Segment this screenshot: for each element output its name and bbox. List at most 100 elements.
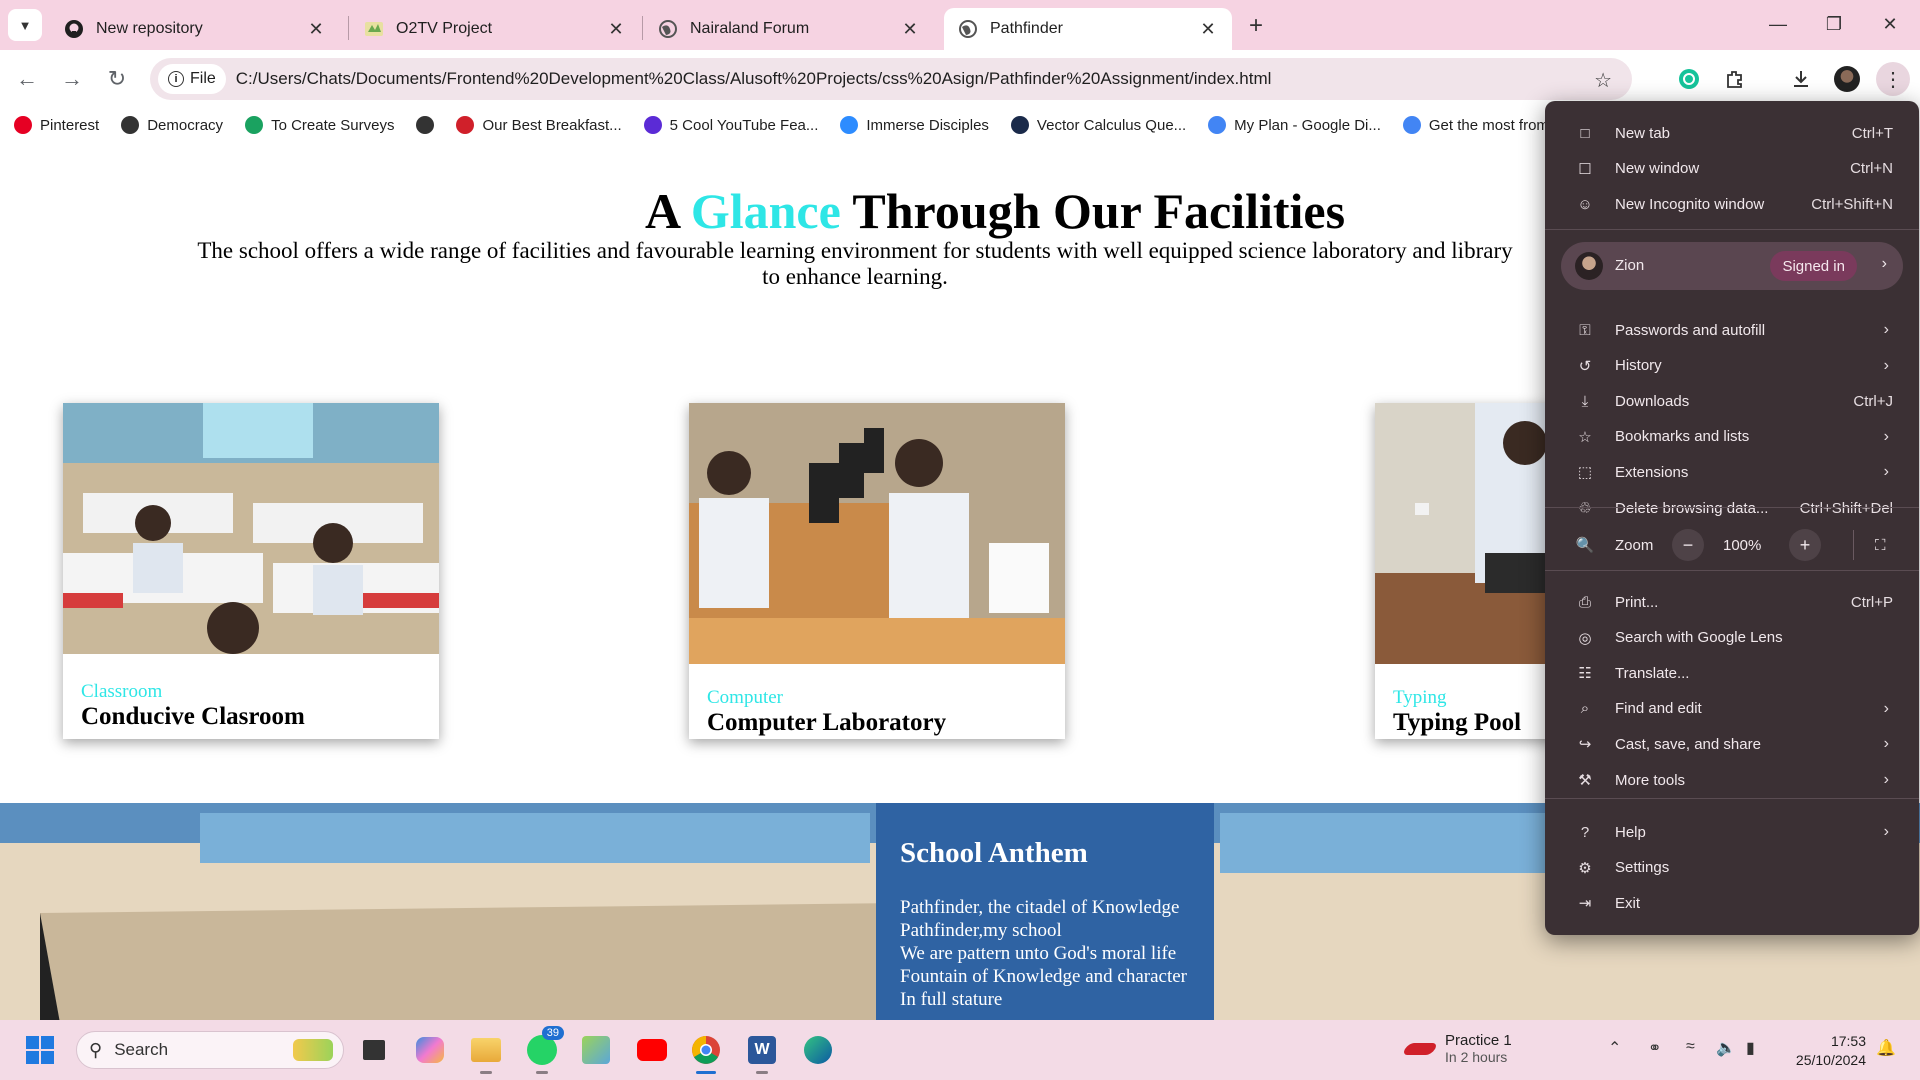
bookmark-item[interactable]: Vector Calculus Que... bbox=[1010, 116, 1186, 134]
zoom-in-button[interactable]: + bbox=[1789, 528, 1821, 562]
menu-item-find-and-edit[interactable]: ⌕ Find and edit › bbox=[1545, 692, 1919, 726]
trash-icon: ♲ bbox=[1578, 500, 1592, 517]
zoom-out-button[interactable]: − bbox=[1672, 528, 1704, 562]
menu-item-cast-save-and-share[interactable]: ↪ Cast, save, and share › bbox=[1545, 727, 1919, 761]
back-button[interactable]: ← bbox=[10, 62, 44, 96]
tab-strip: ▼ New repository ✕ O2TV Project ✕ Nairal… bbox=[0, 0, 1920, 50]
task-view-icon[interactable] bbox=[354, 1030, 394, 1070]
anthem-box: School Anthem Pathfinder, the citadel of… bbox=[876, 803, 1214, 1020]
file-explorer-icon[interactable] bbox=[466, 1030, 506, 1074]
menu-item-new-window[interactable]: ☐ New window Ctrl+N bbox=[1545, 152, 1919, 186]
menu-item-search-with-google-lens[interactable]: ◎ Search with Google Lens bbox=[1545, 621, 1919, 655]
windows-start-icon[interactable] bbox=[20, 1030, 60, 1070]
menu-item-passwords-and-autofill[interactable]: ⚿ Passwords and autofill › bbox=[1545, 313, 1919, 347]
download-icon[interactable] bbox=[1784, 62, 1818, 96]
fullscreen-icon[interactable]: ⛶ bbox=[1875, 528, 1886, 562]
bookmark-item[interactable]: 5 Cool YouTube Fea... bbox=[643, 116, 818, 134]
menu-item-extensions[interactable]: ⬚ Extensions › bbox=[1545, 455, 1919, 489]
menu-item-history[interactable]: ↺ History › bbox=[1545, 349, 1919, 383]
new-tab-button[interactable]: + bbox=[1242, 12, 1270, 40]
volume-icon[interactable]: 🔈 bbox=[1716, 1038, 1736, 1058]
profile-avatar[interactable] bbox=[1830, 62, 1864, 96]
photos-app-icon[interactable] bbox=[576, 1030, 616, 1070]
taskbar-search[interactable]: ⚲ Search bbox=[76, 1031, 344, 1069]
close-icon[interactable]: ✕ bbox=[900, 19, 920, 39]
tab-o2tv-project[interactable]: O2TV Project ✕ bbox=[350, 8, 640, 50]
calendar-notification[interactable]: Practice 1 In 2 hours bbox=[1401, 1032, 1512, 1065]
menu-item-print[interactable]: ⎙ Print... Ctrl+P bbox=[1545, 585, 1919, 619]
show-hidden-icons-chevron-icon[interactable]: ⌃ bbox=[1608, 1038, 1621, 1058]
wifi-icon[interactable]: ≈ bbox=[1686, 1038, 1695, 1056]
forward-button[interactable]: → bbox=[55, 62, 89, 96]
menu-item-more-tools[interactable]: ⚒ More tools › bbox=[1545, 763, 1919, 797]
menu-item-label: Translate... bbox=[1615, 664, 1690, 682]
chrome-icon[interactable] bbox=[686, 1030, 726, 1074]
copilot-icon[interactable] bbox=[410, 1030, 450, 1070]
close-icon[interactable]: ✕ bbox=[306, 19, 326, 39]
menu-item-label: Passwords and autofill bbox=[1615, 321, 1766, 339]
history-icon: ↺ bbox=[1578, 357, 1592, 375]
menu-item-new-tab[interactable]: □ New tab Ctrl+T bbox=[1545, 116, 1919, 150]
grammarly-extension-icon[interactable] bbox=[1672, 62, 1706, 96]
tab-search-button[interactable]: ▼ bbox=[8, 9, 42, 41]
close-icon[interactable]: ✕ bbox=[1198, 19, 1218, 39]
tab-title: O2TV Project bbox=[396, 20, 493, 37]
menu-item-bookmarks-and-lists[interactable]: ☆ Bookmarks and lists › bbox=[1545, 420, 1919, 454]
word-icon[interactable]: W bbox=[742, 1030, 782, 1074]
key-icon: ⚿ bbox=[1579, 321, 1591, 339]
bookmark-item[interactable]: My Plan - Google Di... bbox=[1208, 116, 1381, 134]
whatsapp-icon[interactable]: 39 bbox=[522, 1026, 564, 1074]
menu-item-settings[interactable]: ⚙ Settings bbox=[1545, 851, 1919, 885]
extensions-icon[interactable] bbox=[1718, 62, 1752, 96]
bookmark-item[interactable]: To Create Surveys bbox=[245, 116, 394, 134]
menu-item-shortcut: Ctrl+J bbox=[1853, 392, 1893, 410]
edge-icon[interactable] bbox=[798, 1030, 838, 1070]
url-text[interactable]: C:/Users/Chats/Documents/Frontend%20Deve… bbox=[236, 69, 1272, 89]
anthem-line: Pathfinder, the citadel of Knowledge bbox=[900, 897, 1180, 918]
menu-separator bbox=[1545, 229, 1919, 230]
notifications-bell-icon[interactable]: 🔔 bbox=[1876, 1038, 1896, 1058]
bookmark-item[interactable]: Pinterest bbox=[14, 116, 99, 134]
address-bar[interactable]: i File C:/Users/Chats/Documents/Frontend… bbox=[150, 58, 1632, 100]
menu-item-downloads[interactable]: ⤓ Downloads Ctrl+J bbox=[1545, 384, 1919, 418]
menu-item-delete-browsing-data[interactable]: ♲ Delete browsing data... Ctrl+Shift+Del bbox=[1545, 491, 1919, 525]
card-category: Typing bbox=[1393, 687, 1447, 708]
o2tv-icon bbox=[364, 19, 384, 39]
tab-nairaland-forum[interactable]: Nairaland Forum ✕ bbox=[644, 8, 934, 50]
close-icon[interactable]: ✕ bbox=[606, 19, 626, 39]
youtube-icon[interactable] bbox=[632, 1030, 672, 1070]
restore-button[interactable]: ❐ bbox=[1812, 8, 1856, 40]
menu-item-label: Help bbox=[1615, 823, 1646, 841]
battery-icon[interactable]: ▮ bbox=[1746, 1038, 1755, 1058]
taskbar-clock[interactable]: 17:53 25/10/2024 bbox=[1786, 1032, 1866, 1070]
reload-button[interactable]: ↻ bbox=[100, 62, 134, 96]
whatsapp-badge: 39 bbox=[541, 1026, 564, 1040]
network-globe-icon[interactable]: ⚭ bbox=[1648, 1038, 1661, 1058]
facility-card-classroom: Classroom Conducive Clasroom bbox=[63, 403, 439, 739]
heading-highlight: Glance bbox=[690, 183, 841, 239]
facility-card-computer: Computer Computer Laboratory bbox=[689, 403, 1065, 739]
menu-item-help[interactable]: ? Help › bbox=[1545, 815, 1919, 849]
menu-kebab-button[interactable]: ⋮ bbox=[1876, 62, 1910, 96]
menu-item-new-incognito-window[interactable]: ☺ New Incognito window Ctrl+Shift+N bbox=[1545, 187, 1919, 221]
calendar-event-icon bbox=[1401, 1042, 1439, 1055]
taskbar-search-placeholder: Search bbox=[114, 1040, 169, 1059]
settings-icon: ⚙ bbox=[1578, 859, 1592, 877]
bookmark-item[interactable]: Democracy bbox=[121, 116, 223, 134]
tab-new-repository[interactable]: New repository ✕ bbox=[50, 8, 340, 50]
bookmark-item[interactable]: Our Best Breakfast... bbox=[456, 116, 622, 134]
bookmark-star-icon[interactable]: ☆ bbox=[1594, 68, 1612, 93]
menu-item-shortcut: Ctrl+P bbox=[1850, 593, 1893, 611]
bookmark-label: Our Best Breakfast... bbox=[482, 116, 622, 134]
find-icon: ⌕ bbox=[1580, 700, 1590, 718]
bookmark-item[interactable]: Get the most from y bbox=[1402, 116, 1561, 134]
minimize-button[interactable]: — bbox=[1756, 8, 1800, 40]
menu-item-exit[interactable]: ⇥ Exit bbox=[1545, 886, 1919, 920]
tab-pathfinder[interactable]: Pathfinder ✕ bbox=[944, 8, 1232, 50]
profile-row[interactable]: Zion Signed in › bbox=[1561, 242, 1903, 290]
bookmark-item[interactable]: Immerse Disciples bbox=[840, 116, 989, 134]
menu-item-translate[interactable]: ☷ Translate... bbox=[1545, 656, 1919, 690]
close-window-button[interactable]: ✕ bbox=[1868, 8, 1912, 40]
site-info-chip[interactable]: i File bbox=[158, 64, 226, 94]
bookmark-item[interactable] bbox=[416, 116, 435, 134]
